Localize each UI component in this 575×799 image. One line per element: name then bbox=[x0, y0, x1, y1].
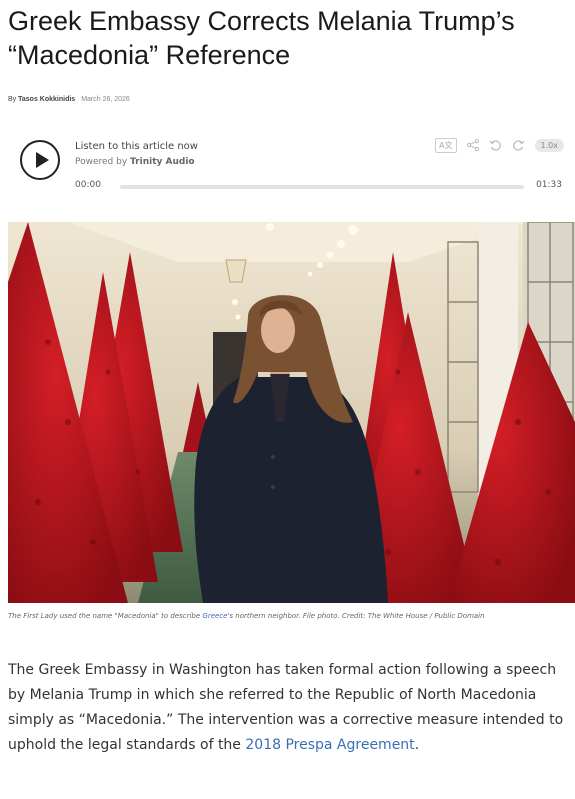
article-photo bbox=[8, 222, 575, 603]
author-link[interactable]: Tasos Kokkinidis bbox=[18, 96, 75, 103]
caption-greece-link[interactable]: Greece bbox=[202, 612, 227, 620]
audio-toolbar: A文 1.0x bbox=[435, 137, 564, 153]
publish-date: March 26, 2026 bbox=[81, 96, 130, 103]
audio-powered-by: Powered by Trinity Audio bbox=[75, 157, 195, 167]
audio-title: Listen to this article now bbox=[75, 141, 198, 152]
progress-bar[interactable] bbox=[120, 185, 524, 189]
playback-speed-button[interactable]: 1.0x bbox=[534, 138, 564, 152]
trinity-audio-link[interactable]: Trinity Audio bbox=[130, 157, 195, 167]
article-paragraph: The Greek Embassy in Washington has take… bbox=[8, 662, 564, 753]
play-icon bbox=[36, 152, 49, 168]
play-button[interactable] bbox=[20, 140, 60, 180]
time-total: 01:33 bbox=[536, 180, 562, 190]
share-icon[interactable] bbox=[466, 139, 479, 151]
photo-caption: The First Lady used the name "Macedonia"… bbox=[8, 612, 485, 620]
time-current: 00:00 bbox=[75, 180, 101, 190]
photo-illustration bbox=[8, 222, 575, 603]
audio-player: Listen to this article now Powered by Tr… bbox=[8, 130, 568, 200]
article-title: Greek Embassy Corrects Melania Trump’s “… bbox=[8, 6, 515, 70]
rewind-icon[interactable] bbox=[489, 139, 502, 152]
forward-icon[interactable] bbox=[512, 139, 525, 152]
byline-prefix: By bbox=[8, 96, 19, 103]
translate-icon[interactable]: A文 bbox=[435, 137, 457, 153]
byline: By Tasos Kokkinidis March 26, 2026 bbox=[8, 96, 130, 103]
prespa-agreement-link[interactable]: 2018 Prespa Agreement bbox=[245, 737, 414, 753]
